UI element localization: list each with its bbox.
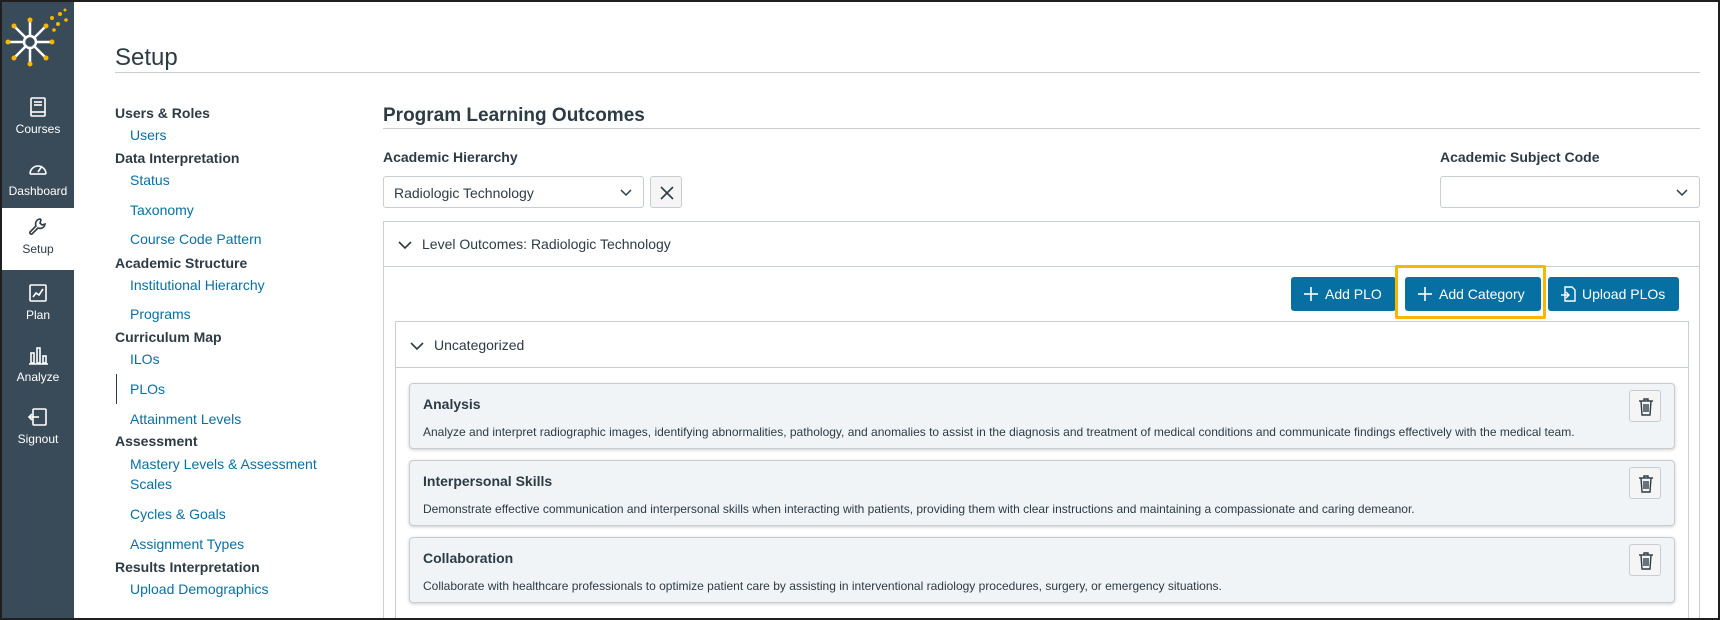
plus-icon (1304, 287, 1318, 301)
upload-plos-label: Upload PLOs (1582, 286, 1666, 302)
menu-link-users[interactable]: Users (130, 125, 167, 145)
menu-link-institutional-hierarchy[interactable]: Institutional Hierarchy (130, 275, 265, 295)
mastery-line-1: Mastery Levels & Assessment (130, 456, 317, 472)
gauge-icon (29, 165, 47, 175)
clear-hierarchy-button[interactable] (650, 176, 682, 208)
outcome-description: Collaborate with healthcare professional… (423, 579, 1222, 593)
outcome-title: Collaboration (423, 550, 514, 566)
add-plo-button[interactable]: Add PLO (1291, 277, 1396, 311)
menu-section-assessment: Assessment (115, 433, 198, 449)
level-outcomes-title: Level Outcomes: Radiologic Technology (422, 236, 671, 252)
outcome-title: Analysis (423, 396, 481, 412)
menu-link-programs[interactable]: Programs (130, 304, 191, 324)
academic-hierarchy-label: Academic Hierarchy (383, 149, 518, 165)
nav-setup[interactable]: Setup (2, 208, 74, 270)
menu-link-plos[interactable]: PLOs (130, 379, 165, 399)
app-window: Courses Dashboard Setup Plan Analyze Sig… (0, 0, 1720, 620)
uncategorized-divider (396, 367, 1688, 368)
nav-setup-label: Setup (22, 242, 54, 256)
menu-link-attainment-levels[interactable]: Attainment Levels (130, 409, 241, 429)
menu-link-mastery-levels[interactable]: Mastery Levels & Assessment Scales (130, 454, 317, 494)
trash-icon (1639, 475, 1653, 493)
global-nav: Courses Dashboard Setup Plan Analyze Sig… (2, 2, 74, 618)
wrench-icon (29, 218, 46, 235)
active-menu-indicator (116, 374, 117, 404)
chevron-down-icon (1676, 189, 1688, 197)
academic-subject-code-label: Academic Subject Code (1440, 149, 1600, 165)
nav-dashboard[interactable]: Dashboard (2, 150, 74, 210)
menu-section-results-interpretation: Results Interpretation (115, 559, 260, 575)
outcome-card[interactable]: Collaboration Collaborate with healthcar… (409, 537, 1675, 603)
outcome-description: Analyze and interpret radiographic image… (423, 425, 1575, 439)
uncategorized-title: Uncategorized (434, 337, 525, 353)
chevron-down-icon (620, 189, 632, 197)
section-divider (383, 128, 1700, 129)
bar-chart-icon (29, 347, 48, 365)
outcome-title: Interpersonal Skills (423, 473, 553, 489)
menu-link-assignment-types[interactable]: Assignment Types (130, 534, 244, 554)
chevron-down-icon[interactable] (410, 339, 424, 353)
nav-plan[interactable]: Plan (2, 274, 74, 334)
delete-outcome-button[interactable] (1629, 467, 1661, 499)
outcome-card[interactable]: Analysis Analyze and interpret radiograp… (409, 383, 1675, 449)
section-title: Program Learning Outcomes (383, 105, 645, 126)
nav-dashboard-label: Dashboard (8, 184, 68, 198)
nav-analyze-label: Analyze (16, 370, 60, 384)
book-icon (30, 97, 46, 117)
outcome-card[interactable]: Interpersonal Skills Demonstrate effecti… (409, 460, 1675, 526)
menu-link-upload-demographics[interactable]: Upload Demographics (130, 579, 269, 599)
close-icon (660, 186, 674, 200)
trash-icon (1639, 398, 1653, 416)
menu-section-users-roles: Users & Roles (115, 105, 210, 121)
menu-link-course-code-pattern[interactable]: Course Code Pattern (130, 229, 262, 249)
mastery-line-2: Scales (130, 476, 173, 492)
menu-section-curriculum-map: Curriculum Map (115, 329, 222, 345)
nav-plan-label: Plan (25, 308, 51, 322)
menu-link-cycles-goals[interactable]: Cycles & Goals (130, 504, 226, 524)
chevron-down-icon[interactable] (398, 238, 412, 252)
menu-section-academic-structure: Academic Structure (115, 255, 248, 271)
delete-outcome-button[interactable] (1629, 390, 1661, 422)
highlight-box (1395, 265, 1546, 319)
signout-icon (27, 408, 47, 426)
nav-signout-label: Signout (17, 432, 59, 446)
menu-link-ilos[interactable]: ILOs (130, 349, 160, 369)
level-outcomes-header[interactable]: Level Outcomes: Radiologic Technology (384, 222, 1699, 267)
page-title: Setup (115, 44, 178, 71)
title-divider (115, 72, 1700, 73)
menu-link-status[interactable]: Status (130, 170, 170, 190)
outcome-description: Demonstrate effective communication and … (423, 502, 1415, 516)
plan-icon (29, 284, 47, 302)
nav-courses-label: Courses (15, 122, 61, 136)
nav-signout[interactable]: Signout (2, 398, 74, 458)
delete-outcome-button[interactable] (1629, 544, 1661, 576)
academic-hierarchy-value: Radiologic Technology (394, 185, 534, 201)
menu-link-taxonomy[interactable]: Taxonomy (130, 200, 194, 220)
academic-hierarchy-select[interactable]: Radiologic Technology (383, 176, 644, 208)
nav-courses[interactable]: Courses (2, 88, 74, 148)
nav-analyze[interactable]: Analyze (2, 336, 74, 396)
upload-plos-button[interactable]: Upload PLOs (1548, 277, 1679, 311)
academic-subject-code-select[interactable] (1440, 176, 1700, 208)
app-logo[interactable] (2, 2, 74, 80)
menu-section-data-interpretation: Data Interpretation (115, 150, 240, 166)
upload-file-icon (1561, 286, 1576, 302)
trash-icon (1639, 552, 1653, 570)
add-plo-label: Add PLO (1325, 286, 1382, 302)
